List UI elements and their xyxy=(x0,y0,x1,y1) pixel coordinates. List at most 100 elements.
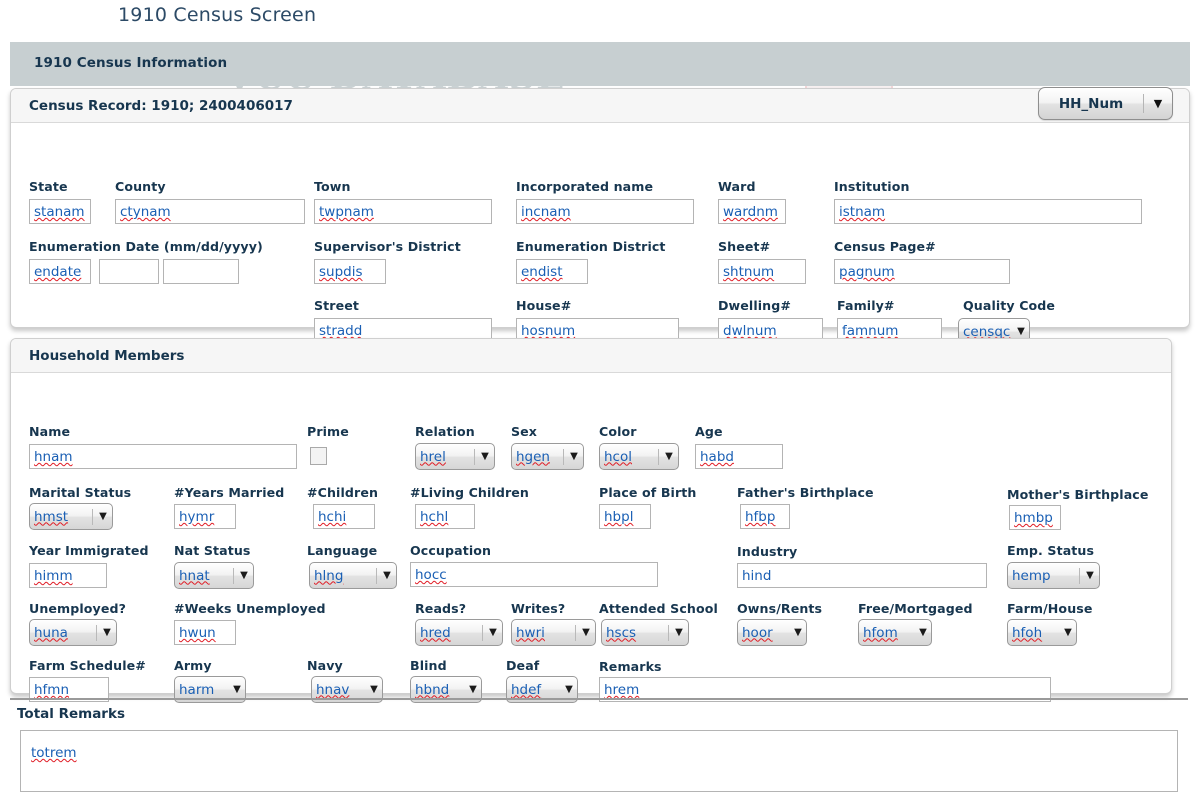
field-sheet-number[interactable]: shtnum xyxy=(718,259,806,284)
label-ward: Ward xyxy=(718,179,756,194)
label-weeks-unemployed: #Weeks Unemployed xyxy=(174,601,326,616)
nat-status-value: hnat xyxy=(175,567,233,585)
field-weeks-unemployed[interactable]: hwun xyxy=(174,620,236,645)
field-owns-rents[interactable]: hoor ▼ xyxy=(737,619,807,646)
field-children[interactable]: hchi xyxy=(313,504,375,529)
dropdown-separator xyxy=(658,449,659,465)
dropdown-separator xyxy=(575,625,576,641)
field-reads[interactable]: hred ▼ xyxy=(415,619,503,646)
navy-value: hnav xyxy=(312,681,366,699)
chevron-down-icon: ▼ xyxy=(476,452,494,462)
label-free-mortgaged: Free/Mortgaged xyxy=(858,601,973,616)
field-enumeration-date-year[interactable] xyxy=(163,259,239,284)
field-name[interactable]: hnam xyxy=(29,444,297,469)
blind-value: hbnd xyxy=(411,681,465,699)
field-emp-status[interactable]: hemp ▼ xyxy=(1007,562,1100,589)
field-writes[interactable]: hwri ▼ xyxy=(511,619,596,646)
label-deaf: Deaf xyxy=(506,658,539,673)
label-farm-house: Farm/House xyxy=(1007,601,1093,616)
field-enumeration-date-month[interactable]: endate xyxy=(29,259,91,284)
label-reads: Reads? xyxy=(415,601,466,616)
field-year-immigrated[interactable]: himm xyxy=(29,563,107,588)
hh-num-dropdown[interactable]: HH_Num ▼ xyxy=(1038,87,1173,120)
field-age[interactable]: habd xyxy=(695,444,783,469)
chevron-down-icon: ▼ xyxy=(670,628,688,638)
field-relation[interactable]: hrel ▼ xyxy=(415,443,495,470)
field-industry[interactable]: hind xyxy=(737,563,987,588)
census-record-panel: Census Record: 1910; 2400406017 HH_Num ▼… xyxy=(10,88,1190,328)
label-year-immigrated: Year Immigrated xyxy=(29,543,149,558)
label-marital-status: Marital Status xyxy=(29,485,131,500)
section-divider xyxy=(10,698,1188,700)
label-attended-school: Attended School xyxy=(599,601,718,616)
chevron-down-icon: ▼ xyxy=(366,685,382,695)
field-incorporated-name[interactable]: incnam xyxy=(516,199,694,224)
hh-num-dropdown-label: HH_Num xyxy=(1039,96,1143,112)
field-occupation[interactable]: hocc xyxy=(410,562,658,587)
army-value: harm xyxy=(175,681,229,699)
field-attended-school[interactable]: hscs ▼ xyxy=(601,619,689,646)
chevron-down-icon: ▼ xyxy=(378,571,396,581)
field-ward[interactable]: wardnm xyxy=(718,199,786,224)
household-members-title: Household Members xyxy=(29,348,184,364)
field-town[interactable]: twpnam xyxy=(314,199,492,224)
field-institution[interactable]: istnam xyxy=(834,199,1142,224)
label-unemployed: Unemployed? xyxy=(29,601,126,616)
field-living-children[interactable]: hchl xyxy=(415,504,475,529)
field-color[interactable]: hcol ▼ xyxy=(599,443,679,470)
label-state: State xyxy=(29,179,68,194)
field-years-married[interactable]: hymr xyxy=(174,504,236,529)
label-sex: Sex xyxy=(511,424,537,439)
owns-rents-value: hoor xyxy=(738,624,790,642)
field-census-page-number[interactable]: pagnum xyxy=(834,259,1010,284)
total-remarks-box[interactable]: totrem xyxy=(20,730,1178,792)
field-state[interactable]: stanam xyxy=(29,199,91,224)
label-enumeration-date: Enumeration Date (mm/dd/yyyy) xyxy=(29,239,263,254)
chevron-down-icon: ▼ xyxy=(229,685,245,695)
field-supervisors-district[interactable]: supdis xyxy=(314,259,386,284)
chevron-down-icon: ▼ xyxy=(660,452,678,462)
label-writes: Writes? xyxy=(511,601,565,616)
household-members-panel: Household Members Name hnam Prime Relati… xyxy=(10,338,1172,694)
band-title: 1910 Census Information xyxy=(34,55,227,71)
chevron-down-icon: ▼ xyxy=(790,628,806,638)
dropdown-separator xyxy=(96,625,97,641)
field-mothers-birthplace[interactable]: hmbp xyxy=(1009,505,1061,530)
field-county[interactable]: ctynam xyxy=(115,199,305,224)
field-enumeration-district[interactable]: endist xyxy=(516,259,588,284)
label-dwelling-number: Dwelling# xyxy=(718,298,791,313)
label-army: Army xyxy=(174,658,212,673)
label-supervisors-district: Supervisor's District xyxy=(314,239,461,254)
census-record-title: Census Record: 1910; 2400406017 xyxy=(29,98,293,114)
chevron-down-icon: ▼ xyxy=(98,628,116,638)
field-free-mortgaged[interactable]: hfom ▼ xyxy=(858,619,932,646)
label-institution: Institution xyxy=(834,179,910,194)
sex-value: hgen xyxy=(512,448,563,466)
field-nat-status[interactable]: hnat ▼ xyxy=(174,562,254,589)
label-street: Street xyxy=(314,298,359,313)
field-unemployed[interactable]: huna ▼ xyxy=(29,619,117,646)
field-place-of-birth[interactable]: hbpl xyxy=(599,504,651,529)
label-children: #Children xyxy=(307,485,378,500)
label-nat-status: Nat Status xyxy=(174,543,251,558)
chevron-down-icon: ▼ xyxy=(1144,97,1172,110)
field-sex[interactable]: hgen ▼ xyxy=(511,443,584,470)
chevron-down-icon: ▼ xyxy=(1013,327,1029,337)
label-fathers-birthplace: Father's Birthplace xyxy=(737,485,874,500)
field-farm-house[interactable]: hfoh ▼ xyxy=(1007,619,1077,646)
label-relation: Relation xyxy=(415,424,475,439)
field-marital-status[interactable]: hmst ▼ xyxy=(29,503,113,530)
chevron-down-icon: ▼ xyxy=(565,452,583,462)
total-remarks-label: Total Remarks xyxy=(17,706,125,722)
field-prime-checkbox[interactable] xyxy=(310,447,327,465)
label-remarks: Remarks xyxy=(599,659,662,674)
field-language[interactable]: hlng ▼ xyxy=(309,562,397,589)
label-navy: Navy xyxy=(307,658,343,673)
dropdown-separator xyxy=(474,449,475,465)
label-name: Name xyxy=(29,424,70,439)
label-incorporated-name: Incorporated name xyxy=(516,179,653,194)
label-farm-schedule-number: Farm Schedule# xyxy=(29,658,146,673)
field-fathers-birthplace[interactable]: hfbp xyxy=(740,504,790,529)
page-title: 1910 Census Screen xyxy=(118,4,316,26)
field-enumeration-date-day[interactable] xyxy=(99,259,159,284)
